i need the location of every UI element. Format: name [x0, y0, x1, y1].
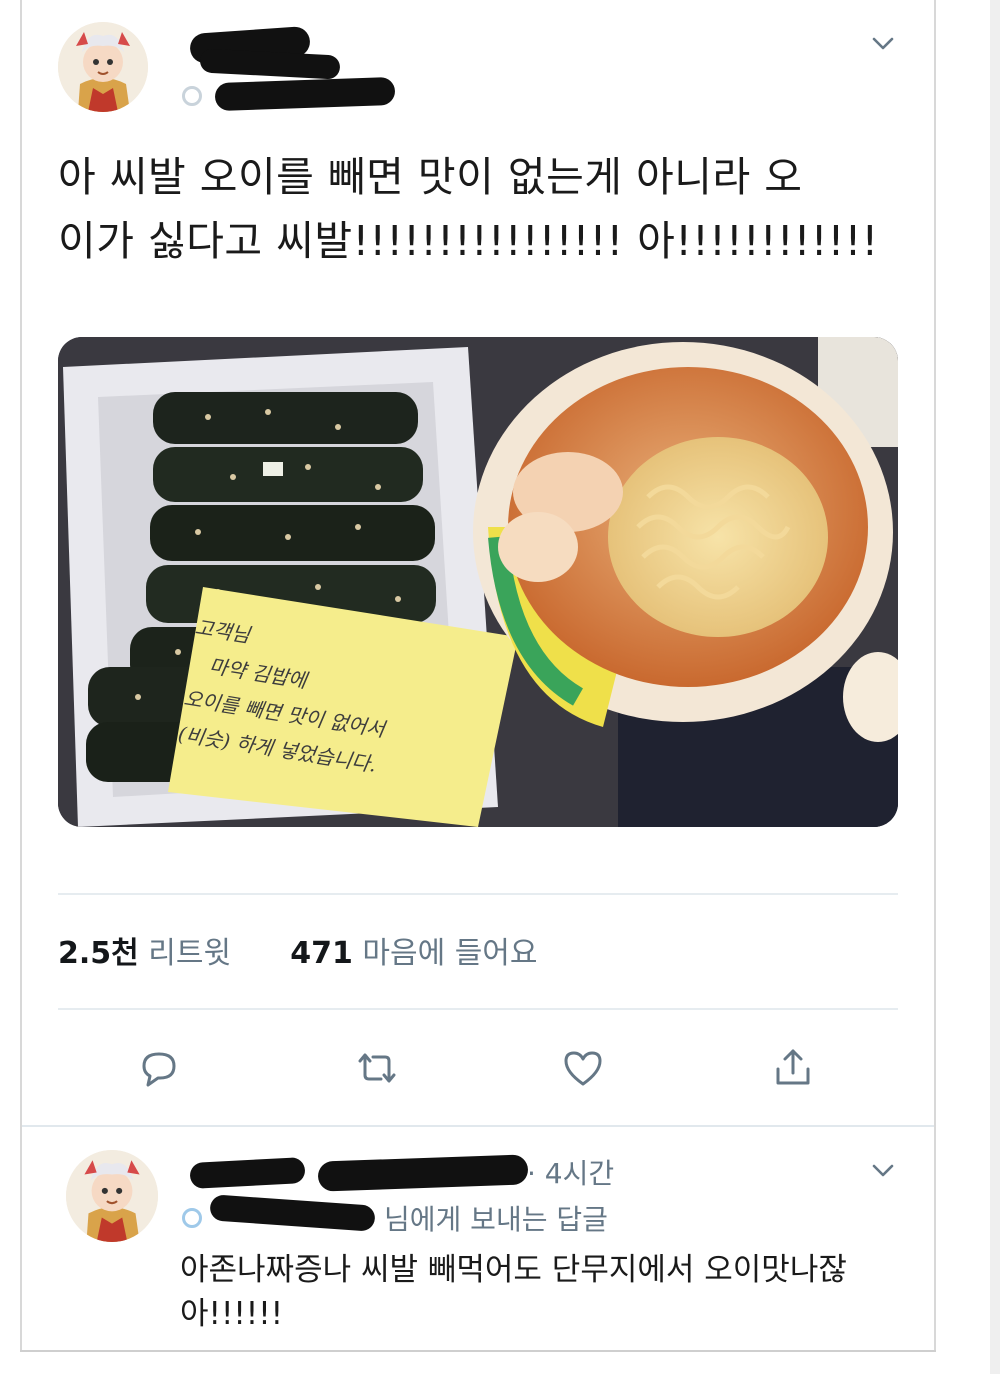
- divider: [22, 1125, 934, 1127]
- reply-icon[interactable]: [136, 1045, 182, 1091]
- retweet-count[interactable]: 2.5천: [58, 936, 139, 971]
- retweet-icon[interactable]: [354, 1045, 400, 1091]
- bottom-divider: [20, 1350, 936, 1352]
- retweet-label[interactable]: 리트윗: [148, 936, 231, 971]
- page-edge: [990, 0, 1000, 1374]
- chevron-down-icon[interactable]: [868, 1155, 898, 1185]
- reply-text: 아존나짜증나 씨발 빼먹어도 단무지에서 오이맛나잖 아!!!!!!: [180, 1252, 847, 1332]
- reply-timestamp[interactable]: · 4시간: [527, 1152, 614, 1192]
- avatar-illustration: [58, 22, 148, 112]
- reply-to-label: 님에게 보내는 답글: [384, 1203, 608, 1236]
- like-label[interactable]: 마음에 들어요: [362, 936, 537, 971]
- chevron-down-icon[interactable]: [868, 28, 898, 58]
- divider: [58, 893, 898, 895]
- tweet-photo[interactable]: 고객님 마약 김밥에 오이를 빼면 맛이 없어서 (비슷) 하게 넣었습니다.: [58, 337, 898, 827]
- avatar-illustration: [66, 1150, 158, 1242]
- handle-at-fragment: [182, 86, 202, 106]
- divider: [58, 1008, 898, 1010]
- tweet-stats: 2.5천 리트윗 471 마음에 들어요: [58, 928, 538, 972]
- heart-icon[interactable]: [560, 1045, 606, 1091]
- like-count[interactable]: 471: [290, 936, 353, 971]
- avatar[interactable]: [58, 22, 148, 112]
- reply-avatar[interactable]: [66, 1150, 158, 1242]
- handle-at-fragment: [182, 1208, 202, 1228]
- share-icon[interactable]: [770, 1045, 816, 1091]
- food-photo: [58, 337, 898, 827]
- tweet-text: 아 씨발 오이를 빼면 맛이 없는게 아니라 오 이가 싫다고 씨발!!!!!!…: [58, 153, 879, 265]
